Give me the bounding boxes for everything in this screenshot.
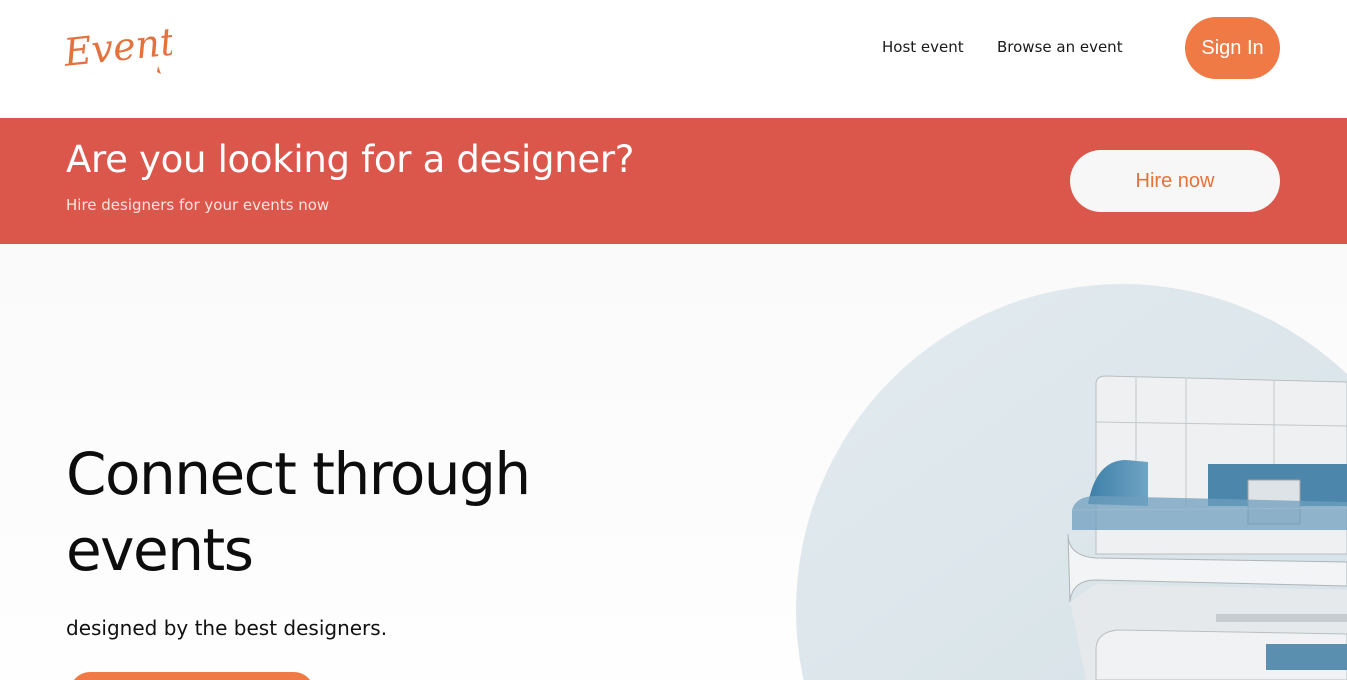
hero-title: Connect through events bbox=[66, 436, 626, 588]
hire-now-button[interactable]: Hire now bbox=[1070, 150, 1280, 212]
events-logo[interactable]: Events bbox=[62, 10, 172, 82]
hero-section: Connect through events designed by the b… bbox=[0, 244, 1347, 680]
logo-flourish bbox=[157, 66, 161, 74]
site-header: Events Host event Browse an event Sign I… bbox=[0, 0, 1347, 118]
circle-photo-frame bbox=[796, 284, 1347, 680]
logo-text: Events bbox=[62, 17, 172, 75]
hero-title-line2: events bbox=[66, 516, 254, 584]
hero-subtitle: designed by the best designers. bbox=[66, 616, 388, 640]
building-photo bbox=[796, 284, 1347, 680]
nav-host-event[interactable]: Host event bbox=[882, 38, 964, 56]
nav-browse-event[interactable]: Browse an event bbox=[997, 38, 1123, 56]
sign-in-button[interactable]: Sign In bbox=[1185, 17, 1280, 79]
hero-cta-button[interactable] bbox=[70, 672, 314, 680]
banner-title: Are you looking for a designer? bbox=[66, 138, 635, 181]
hero-title-line1: Connect through bbox=[66, 440, 531, 508]
banner-subtitle: Hire designers for your events now bbox=[66, 196, 330, 214]
